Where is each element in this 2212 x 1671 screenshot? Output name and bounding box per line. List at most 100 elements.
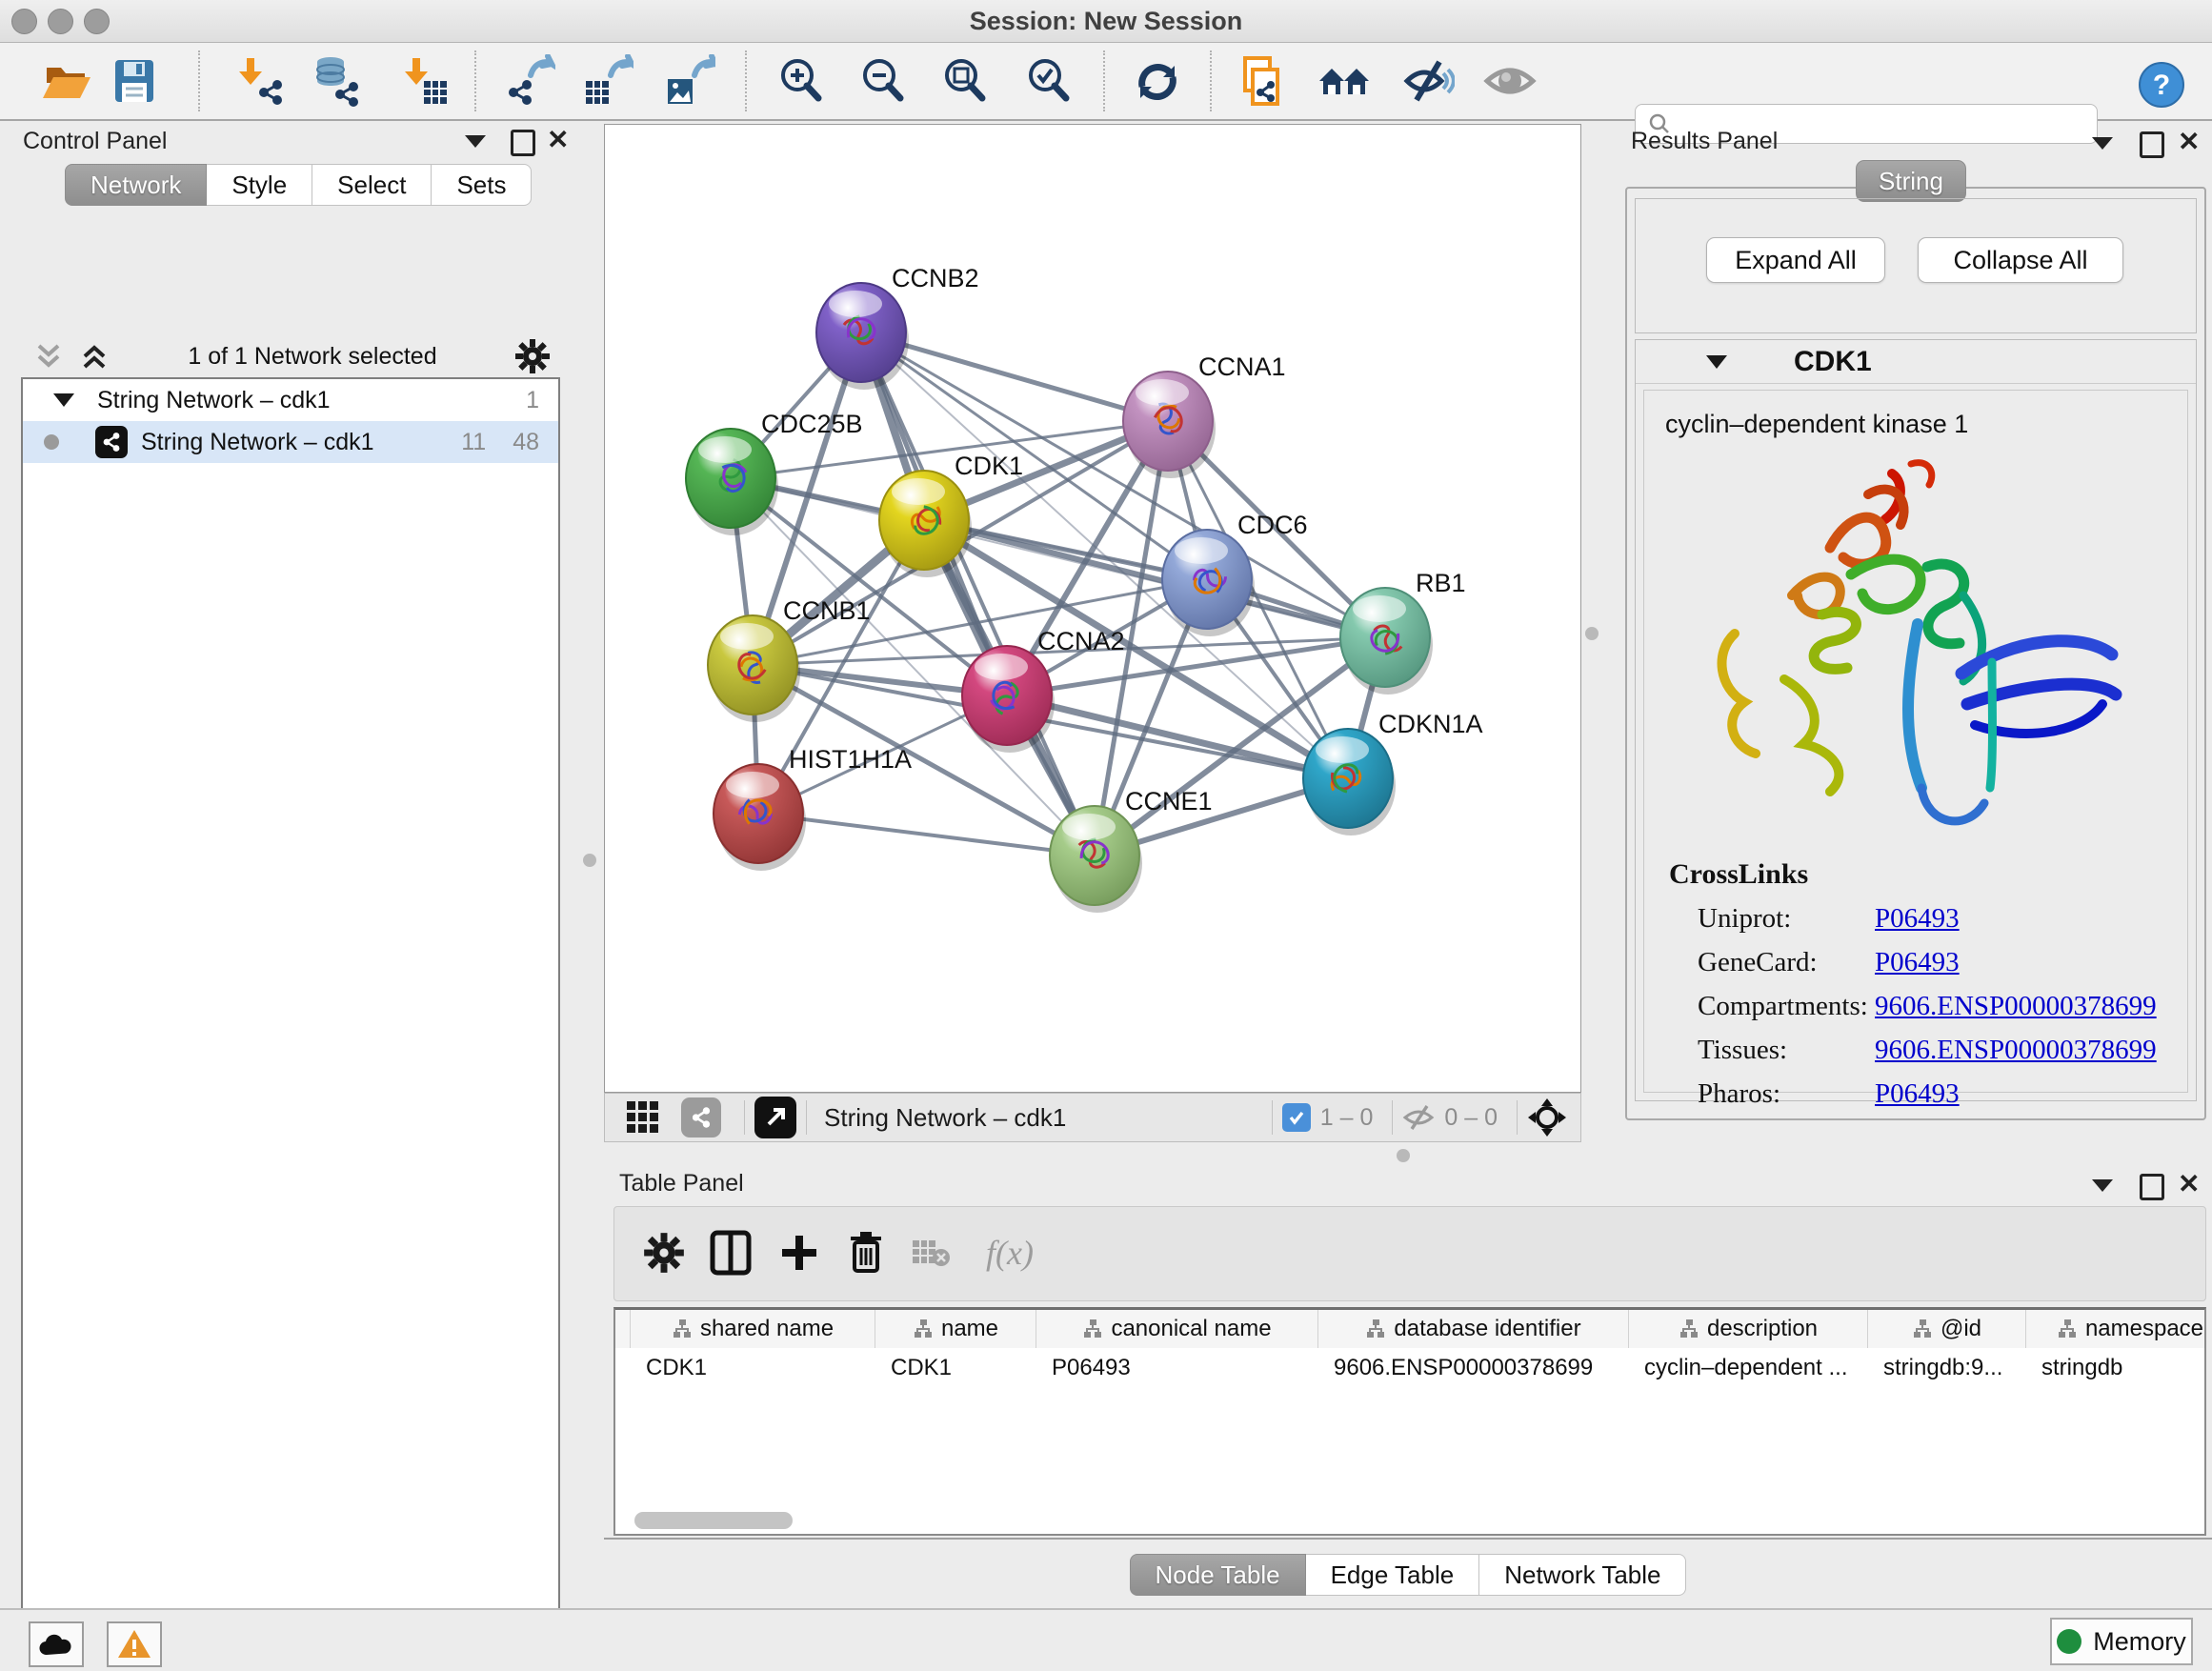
protein-collapse-icon[interactable] [1706, 355, 1727, 369]
column-header-database-identifier[interactable]: database identifier [1318, 1310, 1629, 1348]
table-horizontal-scrollbar[interactable] [634, 1512, 793, 1529]
network-node-CCNE1[interactable] [1050, 806, 1142, 913]
table-panel-float-button[interactable] [2140, 1174, 2164, 1205]
column-header-name[interactable]: name [875, 1310, 1036, 1348]
zoom-selected-button[interactable] [1021, 53, 1076, 109]
network-node-HIST1H1A[interactable] [714, 764, 806, 871]
results-panel-float-button[interactable] [2140, 131, 2164, 163]
expand-all-button[interactable]: Expand All [1706, 237, 1885, 283]
collapse-all-button[interactable]: Collapse All [1918, 237, 2123, 283]
cell-name[interactable]: CDK1 [875, 1349, 1036, 1387]
table-gear-icon[interactable] [639, 1228, 689, 1278]
results-panel-close-button[interactable]: ✕ [2178, 131, 2200, 155]
crosslink-link[interactable]: 9606.ENSP00000378699 [1875, 1035, 2157, 1066]
detach-view-icon[interactable] [754, 1097, 796, 1138]
crosslink-link[interactable]: P06493 [1875, 1078, 1960, 1110]
control-panel-close-button[interactable]: ✕ [547, 130, 569, 153]
tab-style[interactable]: Style [207, 164, 312, 206]
warnings-button[interactable] [107, 1621, 162, 1667]
import-network-database-button[interactable] [309, 53, 364, 109]
network-node-CDK1[interactable] [879, 471, 972, 577]
create-column-icon[interactable] [774, 1228, 824, 1278]
import-table-button[interactable] [396, 53, 452, 109]
grid-view-icon[interactable] [626, 1100, 660, 1135]
zoom-out-button[interactable] [855, 53, 911, 109]
column-header-shared-name[interactable]: shared name [631, 1310, 875, 1348]
open-session-button[interactable] [38, 53, 93, 109]
column-header-description[interactable]: description [1629, 1310, 1868, 1348]
table-tab-node-table[interactable]: Node Table [1130, 1554, 1306, 1596]
network-node-CDKN1A[interactable] [1303, 729, 1396, 836]
protein-section-header[interactable]: CDK1 [1636, 340, 2196, 384]
crosslink-link[interactable]: 9606.ENSP00000378699 [1875, 991, 2157, 1022]
results-panel-collapse-button[interactable] [2092, 137, 2113, 154]
network-node-CCNA2[interactable] [962, 646, 1055, 753]
left-splitter-handle[interactable] [583, 854, 596, 867]
network-row-selected[interactable]: String Network – cdk1 11 48 [23, 421, 558, 463]
memory-button[interactable]: Memory [2050, 1618, 2193, 1665]
cell-shared-name[interactable]: CDK1 [631, 1349, 875, 1387]
selected-checkbox[interactable] [1282, 1103, 1311, 1132]
network-node-CCNB1[interactable] [708, 615, 800, 722]
save-session-button[interactable] [107, 53, 162, 109]
collapse-all-icon[interactable] [32, 340, 65, 372]
control-panel-float-button[interactable] [511, 130, 535, 161]
cell-description[interactable]: cyclin–dependent ... [1629, 1349, 1868, 1387]
network-node-CCNA1[interactable] [1123, 372, 1216, 478]
cell-canonical-name[interactable]: P06493 [1036, 1349, 1318, 1387]
network-collection-row[interactable]: String Network – cdk1 1 [23, 379, 558, 421]
delete-column-icon[interactable] [841, 1228, 891, 1278]
export-image-button[interactable] [661, 53, 716, 109]
hidden-eye-slash-icon [1402, 1103, 1435, 1132]
tab-select[interactable]: Select [312, 164, 432, 206]
network-node-RB1[interactable] [1340, 588, 1433, 695]
string-view-icon[interactable] [681, 1097, 721, 1137]
cell-database-identifier[interactable]: 9606.ENSP00000378699 [1318, 1349, 1629, 1387]
network-canvas[interactable]: CCNB2CCNA1CDC25BCDK1CDC6RB1CCNB1CCNA2CDK… [604, 124, 1581, 1093]
table-panel-collapse-button[interactable] [2092, 1179, 2113, 1197]
cloud-services-button[interactable] [29, 1621, 84, 1667]
results-tab-string[interactable]: String [1856, 160, 1966, 202]
string-home-button[interactable] [1317, 53, 1372, 109]
right-splitter-handle[interactable] [1585, 627, 1599, 640]
tab-network[interactable]: Network [65, 164, 207, 206]
network-node-CDC25B[interactable] [686, 429, 778, 535]
help-button[interactable]: ? [2134, 57, 2189, 112]
edge-CCNB2-CCNE1[interactable] [861, 332, 1095, 856]
clone-network-button[interactable] [1233, 53, 1288, 109]
tab-sets[interactable]: Sets [432, 164, 532, 206]
column-header-@id[interactable]: @id [1868, 1310, 2026, 1348]
toolbar-separator [1103, 50, 1105, 111]
network-node-CCNB2[interactable] [816, 283, 909, 390]
column-header-canonical-name[interactable]: canonical name [1036, 1310, 1318, 1348]
node-table[interactable]: shared namenamecanonical namedatabase id… [613, 1307, 2206, 1536]
title-bar: Session: New Session [0, 0, 2212, 43]
collection-expand-icon[interactable] [53, 393, 74, 407]
crosslinks-list: Uniprot:P06493GeneCard:P06493Compartment… [1698, 896, 2187, 1116]
show-graphics-button[interactable] [1482, 53, 1538, 109]
import-network-file-button[interactable] [231, 53, 286, 109]
zoom-fit-button[interactable] [937, 53, 993, 109]
gear-icon[interactable] [514, 338, 551, 374]
zoom-in-button[interactable] [774, 53, 829, 109]
control-panel-collapse-button[interactable] [465, 135, 486, 152]
cell-@id[interactable]: stringdb:9... [1868, 1349, 2026, 1387]
table-tab-network-table[interactable]: Network Table [1479, 1554, 1686, 1596]
column-header-namespace[interactable]: namespace [2026, 1310, 2206, 1348]
toolbar-separator [745, 50, 747, 111]
crosslink-link[interactable]: P06493 [1875, 903, 1960, 935]
cell-namespace[interactable]: stringdb [2026, 1349, 2206, 1387]
hide-unhide-button[interactable] [1400, 53, 1456, 109]
export-table-button[interactable] [579, 53, 634, 109]
show-columns-icon[interactable] [706, 1228, 755, 1278]
table-panel-close-button[interactable]: ✕ [2178, 1174, 2200, 1198]
bottom-splitter-handle[interactable] [1397, 1149, 1410, 1162]
expand-all-icon[interactable] [78, 340, 111, 372]
crosslink-link[interactable]: P06493 [1875, 947, 1960, 978]
table-tab-edge-table[interactable]: Edge Table [1306, 1554, 1480, 1596]
import-table-icon [397, 54, 451, 108]
apply-layout-button[interactable] [1130, 53, 1185, 109]
birdseye-icon[interactable] [1527, 1097, 1567, 1137]
export-network-button[interactable] [501, 53, 556, 109]
edge-HIST1H1A-CCNE1[interactable] [758, 814, 1095, 856]
